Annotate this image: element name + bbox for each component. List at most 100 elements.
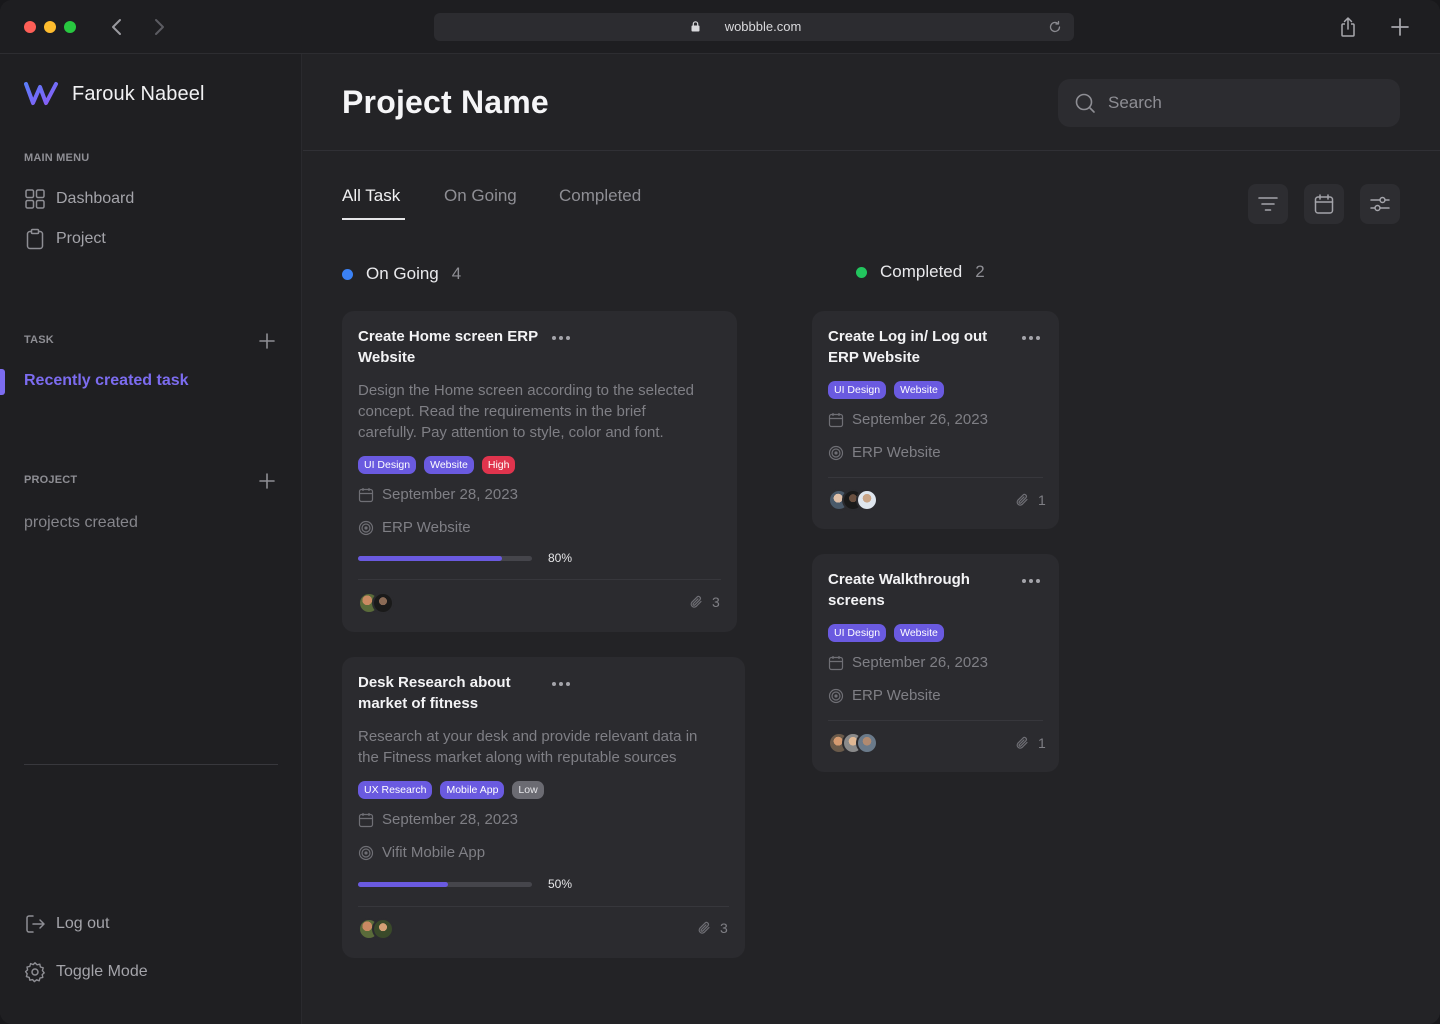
task-date: September 28, 2023 <box>358 811 518 828</box>
tab-on-going[interactable]: On Going <box>444 186 517 206</box>
logout-button[interactable]: Log out <box>24 912 109 936</box>
calendar-button[interactable] <box>1304 184 1344 224</box>
task-title: Create Home screen ERP Website <box>358 328 539 366</box>
completed-column-label: Completed <box>880 262 963 281</box>
sidebar-item-project[interactable]: Project <box>24 227 106 251</box>
tag-mobile-app: Mobile App <box>440 781 505 799</box>
task-tags: UI Design Website High <box>358 456 516 474</box>
progress-percent: 50% <box>548 877 573 891</box>
paperclip-icon <box>698 921 710 934</box>
filter-button[interactable] <box>1248 184 1288 224</box>
task-project: Vifit Mobile App <box>358 844 485 861</box>
share-icon[interactable] <box>1338 16 1358 38</box>
search-icon <box>1075 93 1095 113</box>
forward-arrow-icon[interactable] <box>148 16 170 38</box>
tag-high-priority: High <box>481 456 516 474</box>
paperclip-icon <box>1016 736 1028 749</box>
target-icon <box>828 445 844 460</box>
task-project: ERP Website <box>358 519 471 536</box>
address-bar[interactable]: wobbble.com <box>434 13 1074 41</box>
avatar <box>372 918 394 940</box>
reload-icon[interactable] <box>1048 20 1062 34</box>
assignee-avatars <box>358 592 394 614</box>
progress-percent: 80% <box>548 551 573 565</box>
sidebar-item-recent-task[interactable]: Recently created task <box>24 372 189 390</box>
task-tags: UI Design Website <box>828 381 944 399</box>
add-project-plus-icon[interactable] <box>258 472 276 490</box>
paperclip-icon <box>1016 493 1028 506</box>
task-card[interactable]: Create Home screen ERP Website Design th… <box>342 311 737 632</box>
toggle-mode-button[interactable]: Toggle Mode <box>24 960 148 984</box>
target-icon <box>358 845 374 860</box>
brand[interactable]: Farouk Nabeel <box>24 80 204 108</box>
tag-website: Website <box>894 624 944 642</box>
tab-completed[interactable]: Completed <box>559 186 641 206</box>
tab-all-task[interactable]: All Task <box>342 186 400 206</box>
calendar-icon <box>358 812 374 827</box>
add-task-plus-icon[interactable] <box>258 332 276 350</box>
task-date: September 26, 2023 <box>828 411 988 428</box>
task-card[interactable]: Create Walkthrough screens UI Design Web… <box>812 554 1059 772</box>
more-options-icon[interactable] <box>1021 578 1041 584</box>
card-divider <box>358 906 729 907</box>
maximize-window-button[interactable] <box>64 21 76 33</box>
calendar-icon <box>828 655 844 670</box>
active-indicator <box>0 369 5 395</box>
attachments-count: 1 <box>1014 735 1046 751</box>
logout-label: Log out <box>56 915 110 932</box>
browser-toolbar: wobbble.com <box>0 0 1440 54</box>
task-title: Create Log in/ Log out ERP Website <box>828 328 988 366</box>
avatar <box>856 732 878 754</box>
completed-column-header: Completed 2 <box>856 262 985 282</box>
completed-count: 2 <box>975 262 985 281</box>
task-description: Design the Home screen according to the … <box>358 382 695 441</box>
tag-ui-design: UI Design <box>828 624 887 642</box>
tag-ui-design: UI Design <box>828 381 887 399</box>
progress-fill <box>358 556 503 561</box>
calendar-icon <box>828 412 844 427</box>
assignee-avatars <box>358 918 394 940</box>
header-divider <box>303 150 1440 151</box>
ongoing-column-header: On Going 4 <box>342 264 461 284</box>
close-window-button[interactable] <box>24 21 36 33</box>
more-options-icon[interactable] <box>1021 335 1041 341</box>
ongoing-count: 4 <box>451 264 462 283</box>
url-text: wobbble.com <box>724 19 802 34</box>
attachments-count: 1 <box>1014 492 1046 508</box>
search-input[interactable] <box>1108 79 1388 127</box>
sidebar: Farouk Nabeel MAIN MENU Dashboard Projec… <box>0 54 302 1024</box>
task-tags: UX Research Mobile App Low <box>358 781 544 799</box>
sidebar-item-label: Project <box>56 230 106 247</box>
minimize-window-button[interactable] <box>44 21 56 33</box>
search-box[interactable] <box>1058 79 1400 127</box>
calendar-icon <box>1314 194 1334 214</box>
tag-low-priority: Low <box>512 781 544 799</box>
clipboard-icon <box>26 228 44 250</box>
settings-sliders-button[interactable] <box>1360 184 1400 224</box>
target-icon <box>358 520 374 535</box>
sidebar-item-dashboard[interactable]: Dashboard <box>24 187 134 211</box>
task-date: September 28, 2023 <box>358 486 518 503</box>
task-card[interactable]: Desk Research about market of fitness Re… <box>342 657 745 958</box>
new-tab-icon[interactable] <box>1390 16 1410 38</box>
tag-website: Website <box>894 381 944 399</box>
task-card[interactable]: Create Log in/ Log out ERP Website UI De… <box>812 311 1059 529</box>
grid-icon <box>25 189 45 209</box>
avatar <box>372 592 394 614</box>
back-arrow-icon[interactable] <box>106 16 128 38</box>
target-icon <box>828 688 844 703</box>
more-options-icon[interactable] <box>551 681 571 687</box>
tag-ux-research: UX Research <box>358 781 433 799</box>
task-heading: TASK <box>24 334 54 346</box>
more-options-icon[interactable] <box>551 335 571 341</box>
sidebar-divider <box>24 764 278 765</box>
task-project: ERP Website <box>828 444 941 461</box>
ongoing-column-label: On Going <box>366 264 439 283</box>
sidebar-item-label: Dashboard <box>56 190 135 207</box>
progress-bar <box>358 882 532 887</box>
projects-created-text: projects created <box>24 514 138 531</box>
assignee-avatars <box>828 732 878 754</box>
task-title: Create Walkthrough screens <box>828 571 970 609</box>
paperclip-icon <box>690 595 702 608</box>
sliders-icon <box>1370 196 1390 212</box>
